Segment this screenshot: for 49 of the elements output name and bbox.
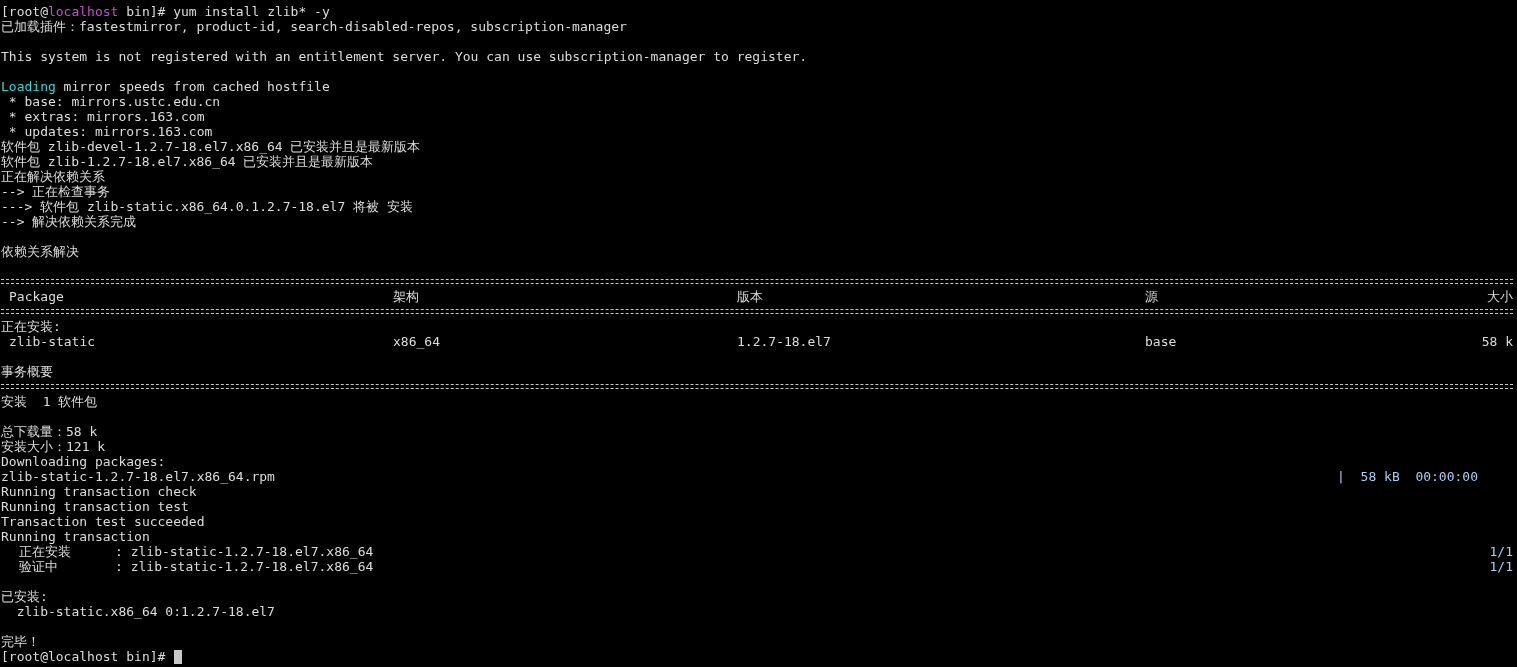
column-header: 源 (1145, 289, 1159, 304)
output-line: 软件包 zlib-devel-1.2.7-18.el7.x86_64 已安装并且是最新版本 (1, 139, 422, 154)
prompt-text: [root@localhost bin]# (1, 649, 167, 664)
output-line: 完毕！ (1, 634, 41, 649)
output-line: Running transaction check (1, 484, 198, 499)
output-line: --> 正在检查事务 (1, 184, 112, 199)
output-line: zlib-static.x86_64 0:1.2.7-18.el7 (15, 604, 276, 619)
output-line: 软件包 zlib-1.2.7-18.el7.x86_64 已安装并且是最新版本 (1, 154, 375, 169)
table-cell-text: 1.2.7-18.el7 (737, 334, 832, 349)
step-count: 1/1 (1489, 559, 1513, 574)
file-name: zlib-static-1.2.7-18.el7.x86_64.rpm (1, 469, 275, 484)
output-line: ---> 软件包 zlib-static.x86_64.0.1.2.7-18.el7 将被 安装 (1, 199, 414, 214)
output-line: 安装大小：121 k (1, 439, 107, 454)
step-label: 验证中 (19, 559, 59, 574)
highlighted-word: Loading (1, 79, 56, 94)
output-line: This system is not registered with an entitlement server. You can use subscription-manager to register. (1, 49, 809, 64)
column-header: 版本 (737, 289, 764, 304)
output-line: * updates: mirrors.163.com (7, 124, 214, 139)
table-cell-text: base (1145, 334, 1178, 349)
output-line: 正在解决依赖关系 (1, 169, 106, 184)
table-cell-text: zlib-static (9, 334, 97, 349)
column-header: 大小 (1487, 289, 1513, 304)
output-line: Running transaction test (1, 499, 190, 514)
prompt-text: bin]# yum install zlib* -y (125, 4, 330, 19)
output-line: * extras: mirrors.163.com (7, 109, 206, 124)
output-line: 已安装: (1, 589, 49, 604)
hostname-text: localhost (47, 4, 119, 19)
output-line: 安装 1 软件包 (1, 394, 99, 409)
output-line: 依赖关系解决 (1, 244, 80, 259)
output-line: 已加载插件：fastestmirror, product-id, search-disabled-repos, subscription-manager (1, 19, 628, 34)
table-cell-text: x86_64 (393, 334, 441, 349)
step-label: 正在安装 (19, 544, 72, 559)
output-line: Running transaction (1, 529, 151, 544)
prompt-text: [root@ (1, 4, 48, 19)
download-status: | 58 kB 00:00:00 (1337, 469, 1478, 484)
column-header: Package (9, 289, 65, 304)
step-detail: : zlib-static-1.2.7-18.el7.x86_64 (115, 544, 374, 559)
table-cell: 58 k (1481, 334, 1513, 349)
output-line: --> 解决依赖关系完成 (1, 214, 138, 229)
output-line: 总下载量：58 k (1, 424, 99, 439)
output-line: Downloading packages: (1, 454, 167, 469)
step-count: 1/1 (1489, 544, 1513, 559)
output-text: mirror speeds from cached hostfile (62, 79, 330, 94)
step-detail: : zlib-static-1.2.7-18.el7.x86_64 (115, 559, 374, 574)
output-line: Transaction test succeeded (1, 514, 206, 529)
output-line: 事务概要 (1, 364, 54, 379)
output-line: * base: mirrors.ustc.edu.cn (7, 94, 222, 109)
output-line: 正在安装: (1, 319, 62, 334)
column-header: 架构 (393, 289, 420, 304)
